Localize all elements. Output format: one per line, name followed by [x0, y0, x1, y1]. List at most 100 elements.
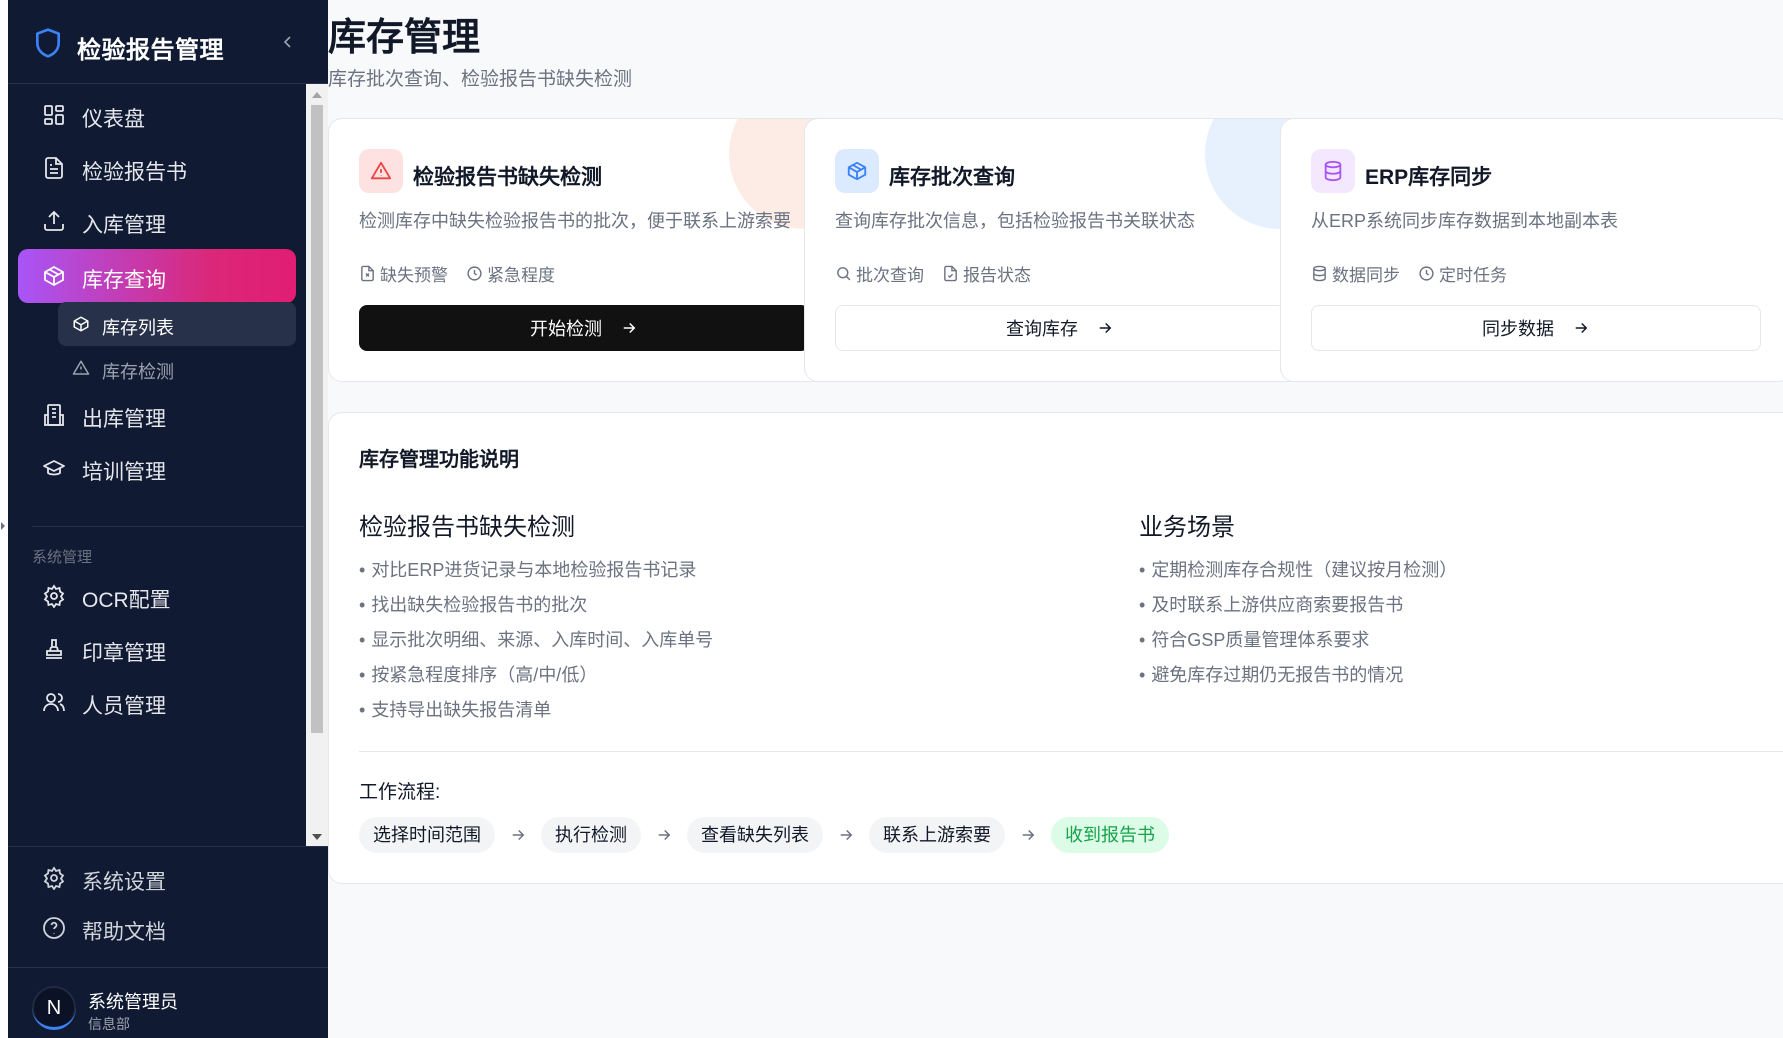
sidebar-item-label: 检验报告书: [82, 161, 187, 184]
sidebar-item-seal[interactable]: 印章管理: [18, 622, 296, 676]
clock-icon: [467, 266, 482, 281]
gear-icon: [43, 584, 65, 608]
sidebar-nav: 仪表盘 检验报告书 入库管理 库存查询 库存列表 库存检测 出库管理 培训管理: [8, 84, 328, 846]
card-description: 从ERP系统同步库存数据到本地副本表: [1311, 211, 1619, 231]
card-tags: 批次查询 报告状态: [835, 261, 1031, 286]
card-tag: 缺失预警: [359, 261, 448, 286]
list-item: 显示批次明细、来源、入库时间、入库单号: [359, 623, 713, 658]
sidebar-item-label: 印章管理: [82, 642, 166, 665]
arrow-right-icon: [623, 322, 636, 334]
card-description: 查询库存批次信息，包括检验报告书关联状态: [835, 211, 1195, 231]
building-icon: [44, 404, 64, 426]
scroll-down-icon[interactable]: [312, 834, 322, 840]
sidebar-item-ocr[interactable]: OCR配置: [18, 569, 296, 623]
page-subtitle: 库存批次查询、检验报告书缺失检测: [328, 69, 633, 90]
sidebar-item-label: 库存查询: [82, 269, 166, 292]
list-item: 避免库存过期仍无报告书的情况: [1139, 658, 1457, 693]
alert-triangle-icon: [370, 161, 392, 180]
list-item: 按紧急程度排序（高/中/低）: [359, 658, 713, 693]
card-description: 检测库存中缺失检验报告书的批次，便于联系上游索要: [359, 211, 791, 231]
card-tag: 定时任务: [1418, 261, 1507, 286]
card-tag-label: 缺失预警: [380, 266, 448, 285]
sidebar-item-label: 培训管理: [82, 461, 166, 484]
sidebar-item-label: 入库管理: [82, 214, 166, 237]
sidebar-subitem-label: 库存列表: [102, 318, 174, 338]
card-tags: 缺失预警 紧急程度: [359, 261, 555, 286]
button-label: 同步数据: [1482, 319, 1554, 339]
database-icon: [1324, 160, 1342, 182]
sidebar-section-label: 系统管理: [32, 549, 93, 566]
sidebar-item-label: 人员管理: [82, 695, 166, 718]
start-check-button[interactable]: 开始检测: [359, 305, 809, 351]
card-title: 库存批次查询: [889, 166, 1015, 189]
card-tag-label: 定时任务: [1439, 266, 1507, 285]
card-tag: 紧急程度: [466, 261, 555, 286]
sidebar-item-label: 帮助文档: [82, 921, 166, 944]
panel-title: 库存管理功能说明: [359, 449, 519, 471]
list-item: 支持导出缺失报告清单: [359, 693, 713, 728]
card-title: 检验报告书缺失检测: [413, 166, 602, 189]
package-icon: [44, 266, 64, 286]
alert-triangle-icon: [72, 360, 90, 375]
card-icon-box: [1311, 149, 1355, 193]
user-profile[interactable]: N 系统管理员 信息部: [8, 967, 328, 1038]
workflow-label: 工作流程:: [359, 782, 441, 803]
user-department: 信息部: [88, 1016, 130, 1032]
collapse-sidebar-icon[interactable]: [280, 34, 296, 50]
sidebar-item-staff[interactable]: 人员管理: [18, 675, 296, 729]
stamp-icon: [46, 639, 62, 659]
arrow-right-icon: [658, 829, 671, 841]
list-item: 找出缺失检验报告书的批次: [359, 588, 713, 623]
gear-icon: [43, 866, 65, 890]
package-icon: [73, 316, 89, 332]
card-batch-query: 库存批次查询 查询库存批次信息，包括检验报告书关联状态 批次查询 报告状态 查询…: [804, 118, 1316, 382]
card-icon-box: [835, 149, 879, 193]
list-item: 定期检测库存合规性（建议按月检测）: [1139, 553, 1457, 588]
sidebar-item-inventory[interactable]: 库存查询: [18, 249, 296, 303]
scroll-up-icon[interactable]: [312, 92, 322, 98]
help-circle-icon: [43, 917, 65, 939]
divider: [359, 751, 1783, 752]
sidebar-subitem-label: 库存检测: [102, 362, 174, 382]
sidebar-item-dashboard[interactable]: 仪表盘: [18, 88, 296, 142]
sidebar-subitem-inventory-check[interactable]: 库存检测: [58, 346, 296, 390]
workflow-step: 联系上游索要: [869, 817, 1005, 853]
workflow-step: 选择时间范围: [359, 817, 495, 853]
sidebar-divider: [32, 526, 304, 527]
main-content: 库存管理 库存批次查询、检验报告书缺失检测 检验报告书缺失检测 检测库存中缺失检…: [328, 0, 1783, 1038]
package-icon: [847, 161, 867, 181]
card-tag: 批次查询: [835, 261, 924, 286]
shield-icon: [36, 28, 60, 58]
users-icon: [43, 693, 65, 712]
sidebar-scrollbar-thumb[interactable]: [311, 105, 323, 733]
user-name: 系统管理员: [88, 992, 178, 1012]
scenario-list: 定期检测库存合规性（建议按月检测） 及时联系上游供应商索要报告书 符合GSP质量…: [1139, 553, 1457, 693]
workflow-step-final: 收到报告书: [1051, 817, 1169, 853]
avatar-ring: [32, 986, 76, 1030]
clock-icon: [1419, 266, 1434, 281]
sidebar-item-label: OCR配置: [82, 589, 171, 612]
feature-list: 对比ERP进货记录与本地检验报告书记录 找出缺失检验报告书的批次 显示批次明细、…: [359, 553, 713, 728]
sidebar-item-outbound[interactable]: 出库管理: [18, 388, 296, 442]
sidebar: 检验报告管理 仪表盘 检验报告书 入库管理 库存查询 库存列表 库存检测 出库管…: [8, 0, 328, 1038]
window-edge: [0, 0, 8, 1038]
list-item: 符合GSP质量管理体系要求: [1139, 623, 1457, 658]
arrow-right-icon: [1099, 322, 1112, 334]
sync-data-button[interactable]: 同步数据: [1311, 305, 1761, 351]
query-inventory-button[interactable]: 查询库存: [835, 305, 1285, 351]
card-tag-label: 报告状态: [963, 266, 1031, 285]
sidebar-item-help[interactable]: 帮助文档: [18, 901, 296, 955]
section-title-missing-check: 检验报告书缺失检测: [359, 514, 575, 541]
sidebar-item-settings[interactable]: 系统设置: [18, 851, 296, 905]
graduation-cap-icon: [43, 460, 65, 476]
sidebar-subitem-inventory-list[interactable]: 库存列表: [58, 302, 296, 346]
upload-icon: [44, 210, 64, 231]
card-erp-sync: ERP库存同步 从ERP系统同步库存数据到本地副本表 数据同步 定时任务 同步数…: [1280, 118, 1783, 382]
sidebar-item-label: 系统设置: [82, 871, 166, 894]
sidebar-item-training[interactable]: 培训管理: [18, 441, 296, 495]
sidebar-item-inbound[interactable]: 入库管理: [18, 194, 296, 248]
sidebar-item-reports[interactable]: 检验报告书: [18, 141, 296, 195]
workflow-step: 执行检测: [541, 817, 641, 853]
button-label: 查询库存: [1006, 319, 1078, 339]
edge-expand-icon[interactable]: [1, 522, 5, 530]
